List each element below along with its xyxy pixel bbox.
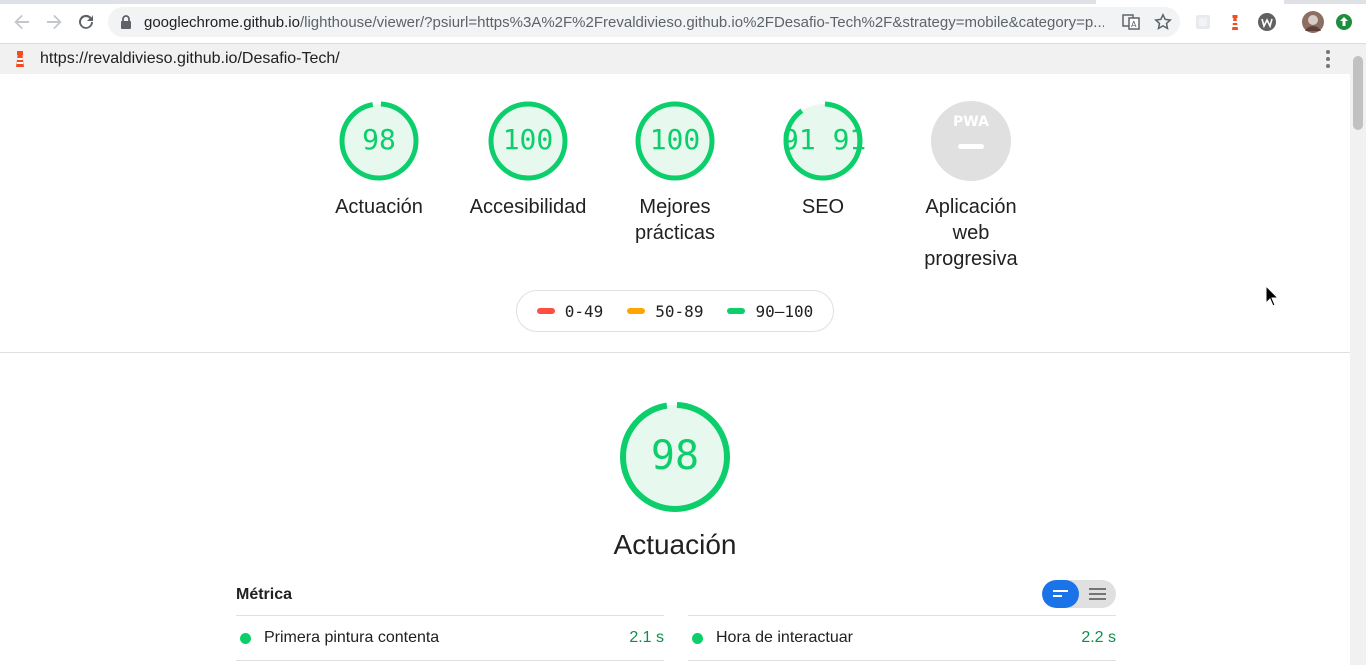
pass-indicator-icon bbox=[692, 632, 703, 644]
url-host: googlechrome.github.io bbox=[144, 13, 300, 31]
legend-label: 0-49 bbox=[564, 301, 604, 321]
extension-icon[interactable] bbox=[1193, 12, 1213, 32]
legend-item-fail: 0-49 bbox=[536, 301, 604, 321]
gauge-score: 100 bbox=[649, 123, 701, 156]
gauge-score: 98 bbox=[362, 123, 396, 156]
legend-label: 50-89 bbox=[655, 301, 704, 321]
pass-indicator-icon bbox=[240, 632, 251, 644]
performance-title: Actuación bbox=[613, 529, 737, 560]
legend-label: 90–100 bbox=[755, 301, 814, 321]
url-path: /lighthouse/viewer/?psiurl=https%3A%2F%2… bbox=[299, 13, 1104, 31]
gauge-seo[interactable]: 91 91 SEO bbox=[764, 100, 882, 220]
performance-gauge[interactable]: 98 Actuación bbox=[600, 400, 750, 562]
metric-name: Primera pintura contenta bbox=[264, 629, 440, 646]
gauge-performance[interactable]: 98 Actuación bbox=[320, 100, 438, 220]
summary-view-button[interactable] bbox=[1042, 580, 1079, 608]
address-bar[interactable]: googlechrome.github.io/lighthouse/viewer… bbox=[108, 7, 1180, 37]
lines-short-icon bbox=[1053, 590, 1068, 597]
legend-average-swatch bbox=[627, 308, 646, 314]
legend-item-pass: 90–100 bbox=[727, 302, 813, 321]
gauge-score: 100 bbox=[502, 123, 554, 156]
gauge-pwa[interactable]: PWA Aplicación web progresiva bbox=[906, 100, 1036, 272]
wappalyzer-icon[interactable] bbox=[1257, 12, 1277, 32]
legend-pass-swatch bbox=[727, 308, 746, 314]
legend-fail-swatch bbox=[536, 308, 555, 314]
gauge-label: Actuación bbox=[335, 196, 423, 218]
score-legend: 0-49 50-89 90–100 bbox=[516, 290, 834, 332]
metric-name: Hora de interactuar bbox=[716, 629, 853, 646]
svg-text:A: A bbox=[1131, 20, 1137, 29]
gauge-score: 91 91 bbox=[782, 123, 867, 156]
report-url-link[interactable]: https://revaldivieso.github.io/Desafio-T… bbox=[40, 50, 340, 68]
scrollbar-thumb[interactable] bbox=[1353, 56, 1363, 130]
gauge-label: Accesibilidad bbox=[469, 196, 587, 218]
url-text[interactable]: googlechrome.github.io/lighthouse/viewer… bbox=[144, 14, 1104, 31]
profile-avatar[interactable] bbox=[1302, 11, 1324, 33]
tools-menu-icon[interactable] bbox=[1326, 50, 1330, 68]
pwa-badge-icon bbox=[931, 101, 1011, 181]
report-url-bar: https://revaldivieso.github.io/Desafio-T… bbox=[0, 44, 1350, 74]
page-scrollbar[interactable] bbox=[1350, 44, 1366, 665]
metrics-view-toggle[interactable] bbox=[1042, 580, 1116, 608]
browser-toolbar: googlechrome.github.io/lighthouse/viewer… bbox=[0, 0, 1366, 44]
lighthouse-logo-icon bbox=[12, 50, 28, 68]
gauge-label: Mejores prácticas bbox=[634, 196, 716, 244]
gauge-label: Aplicación web progresiva bbox=[924, 196, 1018, 270]
back-arrow-icon[interactable] bbox=[10, 10, 34, 34]
metrics-header: Métrica bbox=[236, 586, 293, 603]
metric-value: 2.2 s bbox=[1081, 629, 1116, 646]
metric-first-contentful-paint: Primera pintura contenta 2.1 s bbox=[236, 615, 664, 661]
metric-time-to-interactive: Hora de interactuar 2.2 s bbox=[688, 615, 1116, 661]
metric-value: 2.1 s bbox=[629, 629, 664, 646]
performance-score: 98 bbox=[650, 433, 700, 479]
update-icon[interactable] bbox=[1334, 12, 1354, 32]
lock-icon[interactable] bbox=[120, 15, 132, 29]
section-divider bbox=[0, 352, 1350, 353]
lines-full-icon[interactable] bbox=[1079, 580, 1116, 608]
star-icon[interactable] bbox=[1154, 13, 1172, 31]
gauge-accessibility[interactable]: 100 Accesibilidad bbox=[463, 100, 593, 220]
lighthouse-extension-icon[interactable] bbox=[1225, 12, 1245, 32]
tab-strip bbox=[0, 0, 1366, 4]
gauge-best-practices[interactable]: 100 Mejores prácticas bbox=[616, 100, 734, 246]
legend-item-average: 50-89 bbox=[627, 302, 703, 321]
reload-icon[interactable] bbox=[74, 10, 98, 34]
mouse-cursor-icon bbox=[1265, 285, 1279, 307]
translate-icon[interactable]: A bbox=[1122, 13, 1140, 31]
pwa-label: PWA bbox=[953, 114, 989, 130]
gauge-label: SEO bbox=[801, 196, 845, 218]
forward-arrow-icon[interactable] bbox=[42, 10, 66, 34]
